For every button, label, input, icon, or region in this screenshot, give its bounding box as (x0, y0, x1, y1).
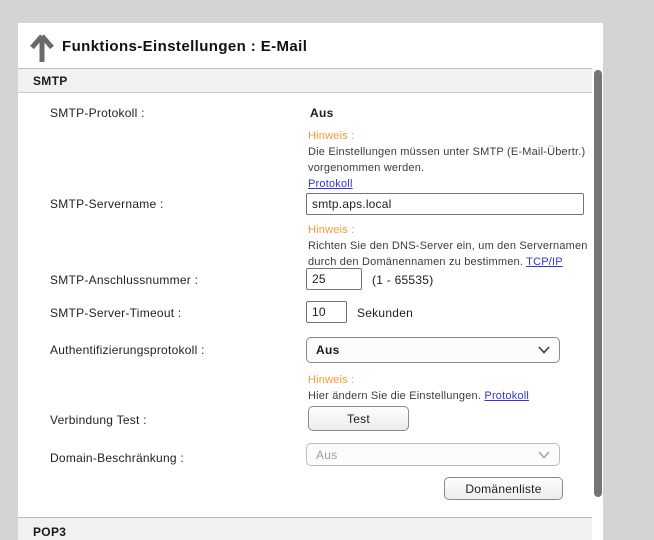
smtp-servername-hint: Hinweis : Richten Sie den DNS-Server ein… (308, 222, 588, 270)
connection-test-label: Verbindung Test : (50, 413, 147, 427)
smtp-servername-label: SMTP-Servername : (50, 197, 164, 211)
settings-card: Funktions-Einstellungen : E-Mail SMTP SM… (18, 23, 603, 540)
protocol-link[interactable]: Protokoll (484, 390, 529, 402)
scrollbar-thumb[interactable] (594, 70, 602, 497)
smtp-port-label: SMTP-Anschlussnummer : (50, 273, 198, 287)
page-title: Funktions-Einstellungen : E-Mail (62, 38, 307, 55)
domain-restriction-label: Domain-Beschränkung : (50, 451, 184, 465)
back-top-arrow-icon[interactable] (29, 32, 55, 64)
tcpip-link[interactable]: TCP/IP (526, 256, 563, 268)
auth-protocol-label: Authentifizierungsprotokoll : (50, 343, 205, 357)
hint-line: Die Einstellungen müssen unter SMTP (E-M… (308, 144, 585, 160)
section-header-pop3: POP3 (18, 517, 603, 540)
hint-line: Richten Sie den DNS-Server ein, um den S… (308, 238, 588, 254)
section-smtp-label: SMTP (33, 74, 68, 88)
smtp-timeout-label: SMTP-Server-Timeout : (50, 306, 182, 320)
hint-line: Hier ändern Sie die Einstellungen. (308, 390, 481, 402)
domain-restriction-select: Aus (306, 443, 560, 466)
smtp-protocol-label: SMTP-Protokoll : (50, 106, 145, 120)
section-pop3-label: POP3 (33, 525, 66, 539)
smtp-protocol-value: Aus (310, 106, 334, 120)
smtp-port-range: (1 - 65535) (372, 273, 433, 287)
chevron-down-icon (538, 451, 550, 459)
auth-protocol-select[interactable]: Aus (306, 337, 560, 363)
hint-title: Hinweis : (308, 222, 588, 238)
protocol-link[interactable]: Protokoll (308, 178, 353, 190)
hint-title: Hinweis : (308, 128, 585, 144)
hint-line: durch den Domänennamen zu bestimmen. (308, 256, 523, 268)
smtp-servername-input[interactable] (306, 193, 584, 215)
auth-protocol-selected: Aus (316, 343, 340, 357)
test-button-label: Test (347, 412, 370, 426)
smtp-timeout-input[interactable] (306, 301, 347, 323)
chevron-down-icon (538, 346, 550, 354)
test-button[interactable]: Test (308, 406, 409, 431)
hint-title: Hinweis : (308, 372, 529, 388)
hint-line: vorgenommen werden. (308, 160, 585, 176)
domain-list-button-label: Domänenliste (465, 482, 541, 496)
smtp-timeout-unit: Sekunden (357, 306, 413, 320)
domain-restriction-selected: Aus (316, 448, 338, 462)
smtp-port-input[interactable] (306, 268, 362, 290)
domain-list-button[interactable]: Domänenliste (444, 477, 563, 500)
section-header-smtp: SMTP (18, 68, 603, 93)
smtp-protocol-hint: Hinweis : Die Einstellungen müssen unter… (308, 128, 585, 192)
auth-protocol-hint: Hinweis : Hier ändern Sie die Einstellun… (308, 372, 529, 404)
